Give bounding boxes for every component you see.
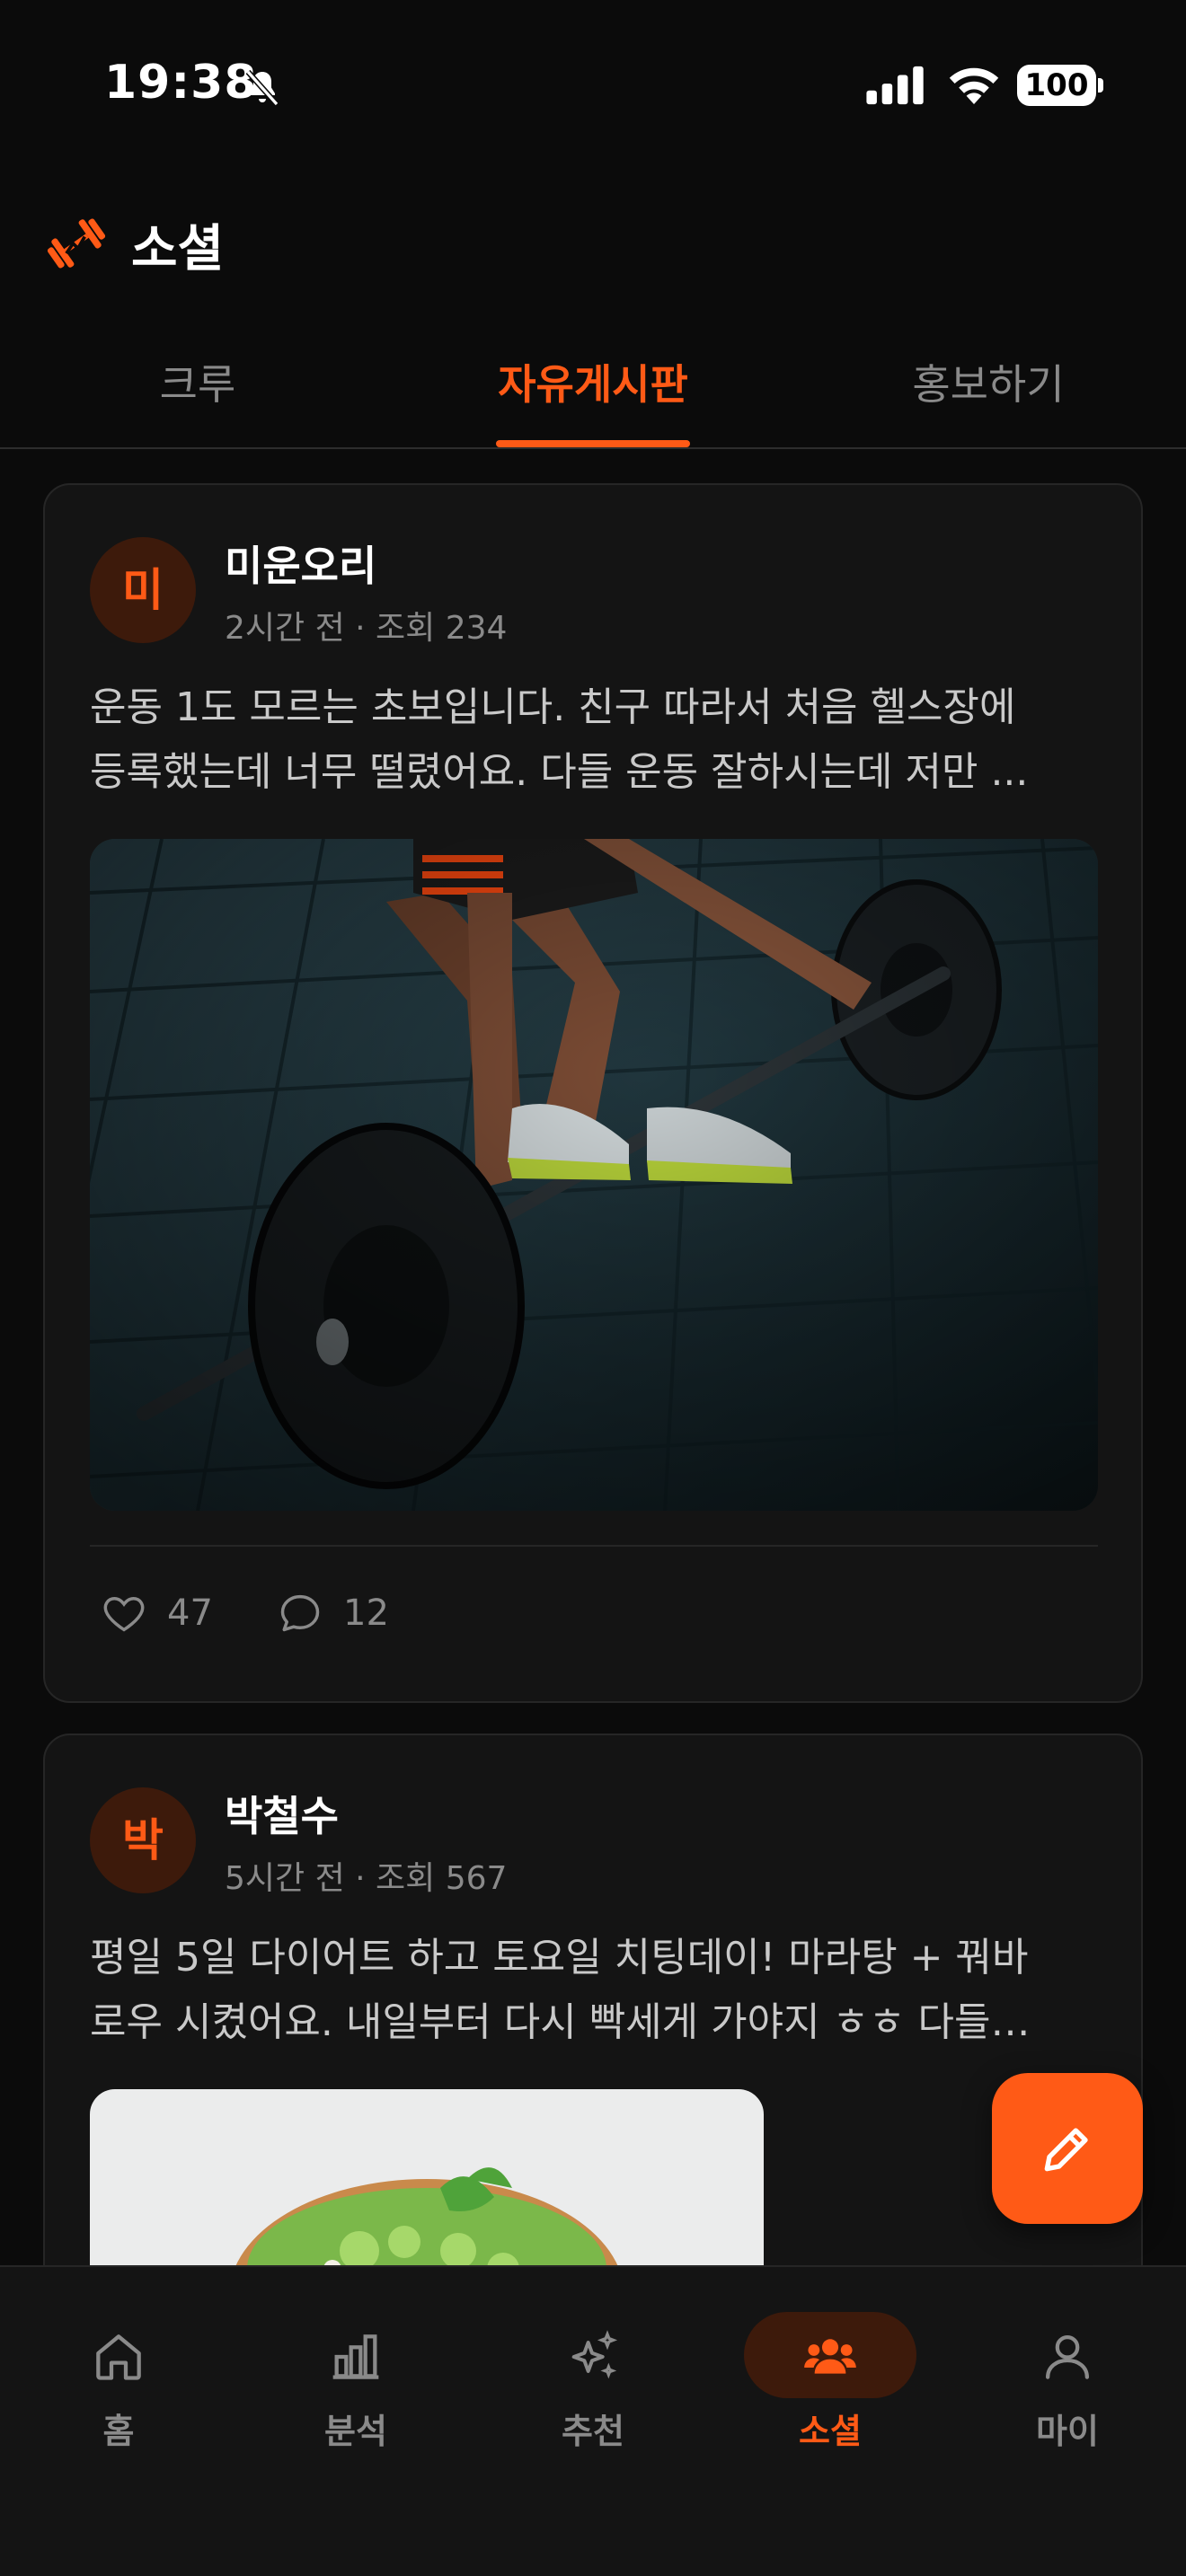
dumbbell-icon [47,218,106,269]
nav-label: 추천 [562,2412,624,2451]
status-bar: 19:38 100 [0,0,1186,171]
barbell-deadlift-photo [90,839,1098,1511]
nav-social[interactable]: 소셜 [740,2303,920,2451]
tab-crew[interactable]: 크루 [108,352,288,447]
post-author[interactable]: 박철수 [225,1784,339,1843]
divider [90,1545,1098,1547]
post-body-line: 운동 1도 모르는 초보입니다. 친구 따라서 처음 헬스장에 [90,684,1016,730]
post-image[interactable] [90,839,1098,1511]
post-body[interactable]: 운동 1도 모르는 초보입니다. 친구 따라서 처음 헬스장에 등록했는데 너무… [90,675,1105,805]
nav-home[interactable]: 홈 [29,2303,208,2451]
nav-label: 소셜 [799,2412,862,2451]
post-body-line: 로우 시켰어요. 내일부터 다시 빡세게 가야지 ㅎㅎ 다들… [90,1999,1031,2045]
tab-bar: 크루 자유게시판 홍보하기 [0,341,1186,449]
nav-my[interactable]: 마이 [978,2303,1157,2451]
signal-icon [866,66,924,105]
write-post-button[interactable] [992,2073,1143,2224]
post-body-line: 평일 5일 다이어트 하고 토요일 치팅데이! 마라탕 + 꿔바 [90,1935,1029,1981]
tab-promotion[interactable]: 홍보하기 [863,352,1114,447]
page-title: 소셜 [131,220,225,278]
post-card[interactable]: 미 미운오리 2시간 전 · 조회 234 운동 1도 모르는 초보입니다. 친… [43,483,1143,1703]
post-author[interactable]: 미운오리 [225,534,376,593]
nav-label: 홈 [102,2412,135,2451]
nav-recommend[interactable]: 추천 [503,2303,683,2451]
pencil-icon [1044,2128,1088,2172]
battery-level: 100 [1017,65,1096,106]
bar-chart-icon [332,2334,379,2379]
tab-free-board[interactable]: 자유게시판 [467,352,719,447]
like-button[interactable]: 47 [101,1586,244,1640]
person-icon [1046,2335,1089,2379]
status-time: 19:38 [104,56,258,110]
home-icon [96,2334,141,2380]
comment-count: 12 [343,1592,389,1634]
post-meta: 2시간 전 · 조회 234 [225,610,508,647]
bell-off-icon [245,69,279,107]
post-body[interactable]: 평일 5일 다이어트 하고 토요일 치팅데이! 마라탕 + 꿔바 로우 시켰어요… [90,1926,1105,2055]
battery-icon: 100 [1017,65,1103,106]
nav-label: 분석 [324,2412,387,2451]
heart-icon [103,1597,145,1632]
comment-icon [280,1594,320,1632]
active-tab-indicator [496,440,690,447]
post-body-line: 등록했는데 너무 떨렸어요. 다들 운동 잘하시는데 저만 ... [90,749,1029,795]
wifi-icon [949,67,999,104]
like-count: 47 [167,1592,213,1634]
avatar[interactable]: 박 [90,1787,196,1893]
bottom-navigation: 홈 분석 추천 소셜 마이 [0,2265,1186,2576]
comment-button[interactable]: 12 [277,1586,420,1640]
people-icon [804,2339,856,2374]
post-meta: 5시간 전 · 조회 567 [225,1860,508,1897]
nav-label: 마이 [1036,2412,1099,2451]
nav-analysis[interactable]: 분석 [266,2303,446,2451]
avatar[interactable]: 미 [90,537,196,643]
sparkle-icon [571,2330,618,2379]
